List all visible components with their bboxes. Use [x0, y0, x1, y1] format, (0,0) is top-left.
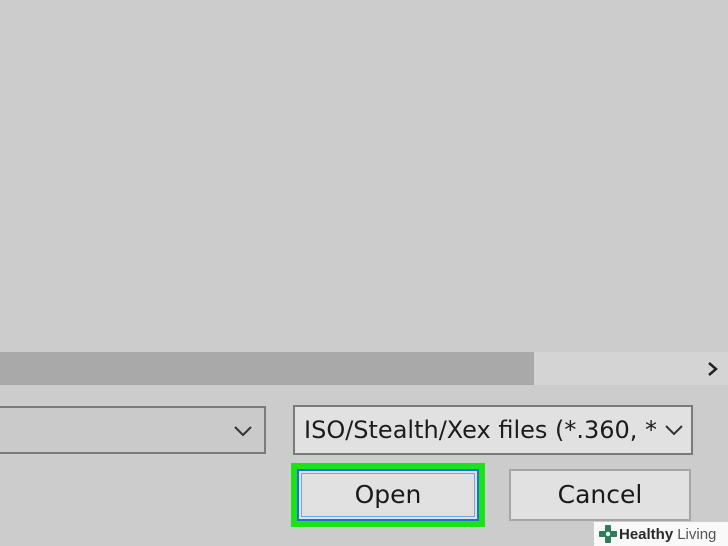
- chevron-right-icon: [708, 361, 718, 376]
- scrollbar-thumb[interactable]: [0, 352, 534, 385]
- watermark-brand-light: Living: [677, 525, 717, 543]
- watermark-logo: Healthy Living: [594, 522, 728, 546]
- open-button[interactable]: Open: [297, 469, 479, 521]
- scroll-right-button[interactable]: [698, 352, 728, 385]
- chevron-down-icon[interactable]: [663, 419, 685, 441]
- cancel-button[interactable]: Cancel: [509, 469, 691, 521]
- chevron-down-icon[interactable]: [232, 420, 254, 442]
- watermark-brand-bold: Healthy: [619, 525, 674, 543]
- file-list-area[interactable]: [0, 0, 728, 352]
- healthy-living-logo-icon: [599, 525, 617, 543]
- file-type-dropdown[interactable]: ISO/Stealth/Xex files (*.360, *.00: [293, 405, 693, 455]
- file-type-selected: ISO/Stealth/Xex files (*.360, *.00: [304, 416, 656, 444]
- file-name-input[interactable]: [0, 406, 266, 454]
- horizontal-scrollbar[interactable]: [0, 352, 728, 385]
